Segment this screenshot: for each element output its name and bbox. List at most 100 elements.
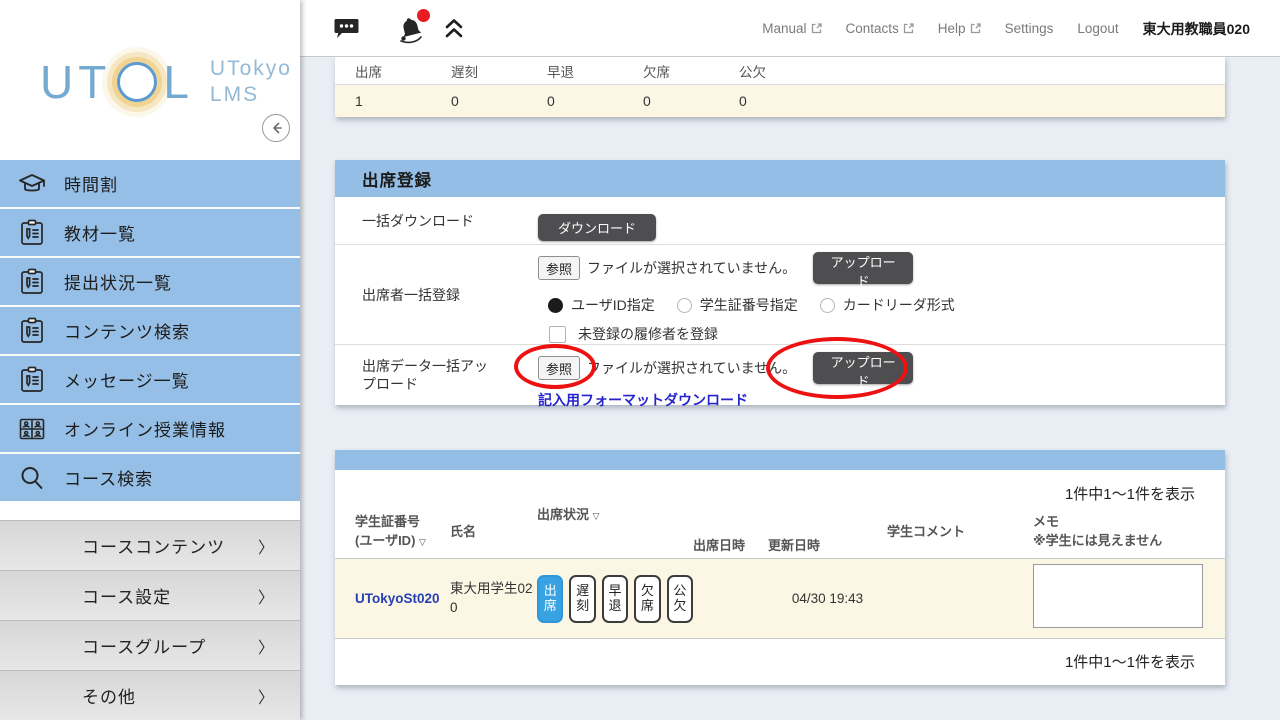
sidebar-item-content-search[interactable]: コンテンツ検索: [0, 307, 300, 356]
update-timestamp: 04/30 19:43: [792, 591, 863, 606]
status-button-early-leave[interactable]: 早退: [602, 575, 628, 623]
sort-icon[interactable]: ▽: [593, 511, 600, 521]
attendance-data-upload-row: 出席データ一括アップロード 参照 ファイルが選択されていません。 アップロード …: [335, 345, 1225, 405]
status-button-excused[interactable]: 公欠: [667, 575, 693, 623]
logout-link[interactable]: Logout: [1077, 21, 1118, 36]
id-type-radio-group: ユーザID指定 学生証番号指定 カードリーダ形式: [538, 295, 1225, 315]
sidebar-item-materials[interactable]: 教材一覧: [0, 209, 300, 258]
sort-icon[interactable]: ▽: [419, 537, 426, 547]
sidebar-collapse-button[interactable]: [262, 114, 290, 142]
settings-link[interactable]: Settings: [1005, 21, 1054, 36]
sidebar-item-course-search[interactable]: コース検索: [0, 454, 300, 503]
format-download-link[interactable]: 記入用フォーマットダウンロード: [538, 390, 748, 410]
summary-col-late: 遅刻: [451, 61, 547, 81]
logo-ring-icon: [117, 62, 157, 102]
sidebar-item-others[interactable]: その他 〉: [0, 670, 300, 720]
summary-col-early-leave: 早退: [547, 61, 643, 81]
summary-col-attend: 出席: [355, 61, 451, 81]
radio-student-card-number[interactable]: [677, 298, 692, 313]
panel-title: 出席登録: [335, 160, 1225, 197]
sidebar-item-messages[interactable]: メッセージ一覧: [0, 356, 300, 405]
table-footer-row: 1件中1〜1件を表示: [335, 638, 1225, 683]
logo-text-right: L: [163, 55, 194, 109]
table-header-band: [335, 450, 1225, 470]
utol-logo: UT L UTokyo LMS: [40, 55, 292, 109]
sidebar-item-course-settings[interactable]: コース設定 〉: [0, 570, 300, 620]
sidebar-nav: 時間割 教材一覧 提出状況一覧: [0, 160, 300, 720]
browse-file-button[interactable]: 参照: [538, 356, 580, 380]
col-memo: メモ ※学生には見えません: [1033, 513, 1205, 551]
sidebar-divider: [0, 503, 300, 520]
col-update-time: 更新日時: [768, 537, 887, 558]
contacts-link[interactable]: Contacts: [846, 21, 914, 36]
clipboard-icon: [0, 268, 64, 296]
browse-file-button[interactable]: 参照: [538, 256, 580, 280]
clipboard-icon: [0, 366, 64, 394]
chevron-right-icon: 〉: [258, 534, 274, 558]
sidebar-item-timetable[interactable]: 時間割: [0, 160, 300, 209]
collapse-header-button[interactable]: [443, 0, 465, 57]
upload-button[interactable]: アップロード: [813, 252, 913, 284]
download-button[interactable]: ダウンロード: [538, 214, 656, 241]
sidebar-item-course-contents[interactable]: コースコンテンツ 〉: [0, 520, 300, 570]
attendance-summary-table: 出席 遅刻 早退 欠席 公欠 1 0 0 0 0: [335, 57, 1225, 117]
external-link-icon: [970, 23, 981, 34]
logged-in-user-name: 東大用教職員020: [1143, 19, 1250, 39]
help-link[interactable]: Help: [938, 21, 981, 36]
no-file-selected-text: ファイルが選択されていません。: [587, 258, 796, 278]
summary-col-excused: 公欠: [739, 61, 835, 81]
summary-col-absent: 欠席: [643, 61, 739, 81]
bell-icon: [395, 13, 427, 45]
table-row: UTokyoSt020 東大用学生020 出席 遅刻 早退 欠席 公欠 04/3…: [335, 558, 1225, 638]
summary-value: 0: [547, 93, 643, 109]
logo-text-left: UT: [40, 55, 111, 109]
notification-badge: [417, 9, 430, 22]
external-link-icon: [811, 23, 822, 34]
online-class-icon: [0, 416, 64, 442]
topbar: Manual Contacts Help Se: [300, 0, 1280, 57]
sidebar-item-online-class[interactable]: オンライン授業情報: [0, 405, 300, 454]
memo-textarea[interactable]: [1033, 564, 1203, 628]
sidebar-item-course-group[interactable]: コースグループ 〉: [0, 620, 300, 670]
status-button-late[interactable]: 遅刻: [569, 575, 595, 623]
student-attendance-table: 1件中1〜1件を表示 学生証番号 (ユーザID) ▽ 氏名 出席状況 ▽ 出席日…: [335, 450, 1225, 685]
result-count-text: 1件中1〜1件を表示: [1065, 483, 1195, 504]
summary-value: 0: [739, 93, 835, 109]
topbar-links: Manual Contacts Help Se: [762, 0, 1250, 57]
col-status: 出席状況 ▽: [537, 506, 693, 525]
col-name: 氏名: [450, 523, 537, 542]
status-button-attend[interactable]: 出席: [537, 575, 563, 623]
radio-card-reader-format[interactable]: [820, 298, 835, 313]
main-content: 出席 遅刻 早退 欠席 公欠 1 0 0 0 0 出席登録 一括ダウンロード ダ…: [300, 0, 1280, 720]
no-file-selected-text: ファイルが選択されていません。: [587, 358, 796, 378]
sidebar: UT L UTokyo LMS 時間割: [0, 0, 300, 720]
student-id-link[interactable]: UTokyoSt020: [355, 591, 440, 606]
clipboard-icon: [0, 219, 64, 247]
student-name: 東大用学生020: [450, 581, 533, 614]
chat-button[interactable]: [333, 0, 360, 57]
attendance-registration-panel: 出席登録 一括ダウンロード ダウンロード 出席者一括登録 参照 ファイルが選択さ…: [335, 160, 1225, 405]
chevron-right-icon: 〉: [258, 584, 274, 608]
sidebar-item-submission-status[interactable]: 提出状況一覧: [0, 258, 300, 307]
col-student-comment: 学生コメント: [887, 523, 1033, 542]
bulk-download-row: 一括ダウンロード ダウンロード: [335, 197, 1225, 245]
notifications-button[interactable]: [395, 0, 427, 57]
graduation-cap-icon: [0, 171, 64, 197]
chat-icon: [333, 16, 360, 41]
summary-value: 0: [451, 93, 547, 109]
register-unenrolled-checkbox[interactable]: [549, 326, 566, 343]
status-button-group: 出席 遅刻 早退 欠席 公欠: [537, 575, 693, 623]
attendee-bulk-register-row: 出席者一括登録 参照 ファイルが選択されていません。 アップロード ユーザID指…: [335, 245, 1225, 345]
summary-value-row: 1 0 0 0 0: [335, 85, 1225, 117]
chevron-right-icon: 〉: [258, 634, 274, 658]
radio-user-id[interactable]: [548, 298, 563, 313]
external-link-icon: [903, 23, 914, 34]
clipboard-icon: [0, 317, 64, 345]
result-count-text: 1件中1〜1件を表示: [1065, 651, 1195, 672]
status-button-absent[interactable]: 欠席: [634, 575, 660, 623]
upload-button[interactable]: アップロード: [813, 352, 913, 384]
double-chevron-up-icon: [443, 17, 465, 41]
manual-link[interactable]: Manual: [762, 21, 821, 36]
col-student-id: 学生証番号 (ユーザID) ▽: [355, 513, 450, 551]
chevron-right-icon: 〉: [258, 684, 274, 708]
